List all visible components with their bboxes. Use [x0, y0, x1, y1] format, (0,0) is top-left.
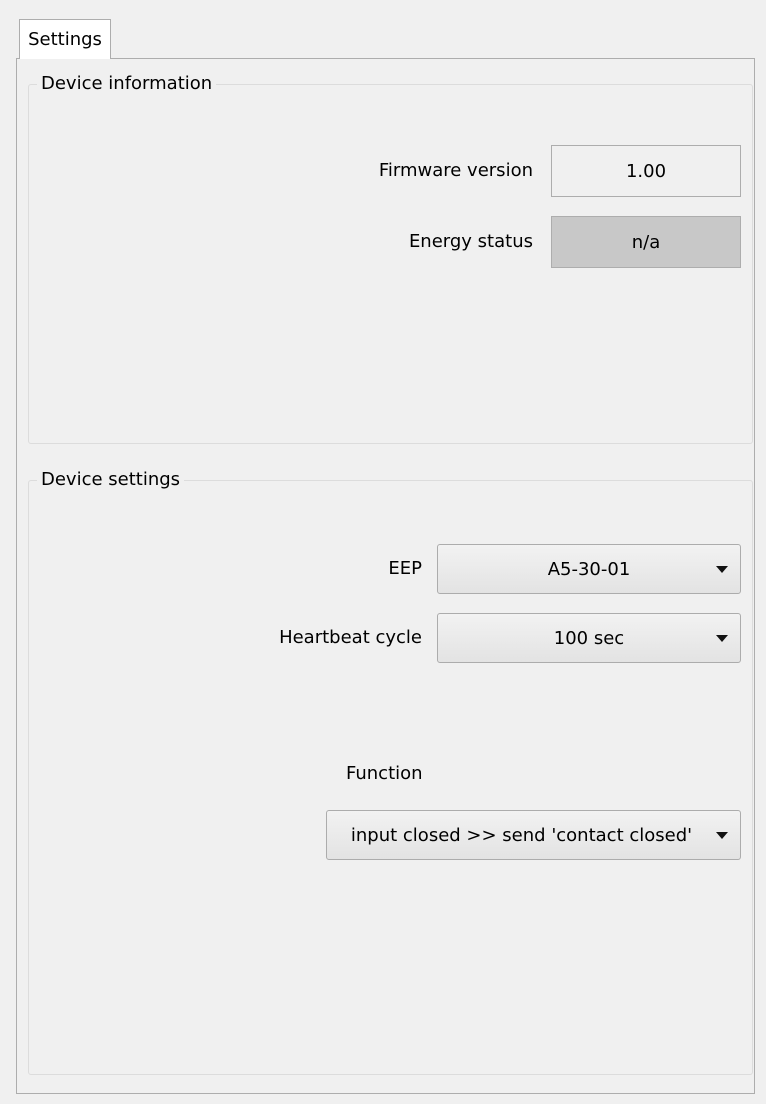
device-information-title: Device information — [37, 73, 217, 95]
chevron-down-icon — [716, 832, 728, 839]
function-value: input closed >> send 'contact closed' — [350, 824, 693, 846]
device-information-group: Device information Firmware version 1.00… — [28, 73, 753, 444]
firmware-version-label: Firmware version — [378, 160, 533, 181]
firmware-version-value: 1.00 — [625, 160, 667, 182]
energy-status-value: n/a — [631, 231, 661, 253]
device-settings-group: Device settings EEP A5-30-01 Heartbeat c… — [28, 469, 753, 1075]
tab-settings-label: Settings — [28, 29, 102, 50]
function-label: Function — [346, 763, 423, 784]
settings-tab-pane: Device information Firmware version 1.00… — [16, 58, 755, 1094]
heartbeat-cycle-label: Heartbeat cycle — [279, 627, 422, 648]
eep-label: EEP — [388, 558, 422, 579]
firmware-version-field: 1.00 — [551, 145, 741, 197]
eep-value: A5-30-01 — [547, 558, 631, 580]
function-dropdown[interactable]: input closed >> send 'contact closed' — [326, 810, 741, 860]
energy-status-field: n/a — [551, 216, 741, 268]
energy-status-label: Energy status — [408, 231, 533, 252]
tab-settings[interactable]: Settings — [19, 19, 111, 59]
heartbeat-cycle-value: 100 sec — [553, 627, 625, 649]
chevron-down-icon — [716, 635, 728, 642]
eep-dropdown[interactable]: A5-30-01 — [437, 544, 741, 594]
heartbeat-cycle-dropdown[interactable]: 100 sec — [437, 613, 741, 663]
settings-window: Settings Device information Firmware ver… — [0, 0, 766, 1104]
device-settings-title: Device settings — [37, 469, 185, 491]
chevron-down-icon — [716, 566, 728, 573]
